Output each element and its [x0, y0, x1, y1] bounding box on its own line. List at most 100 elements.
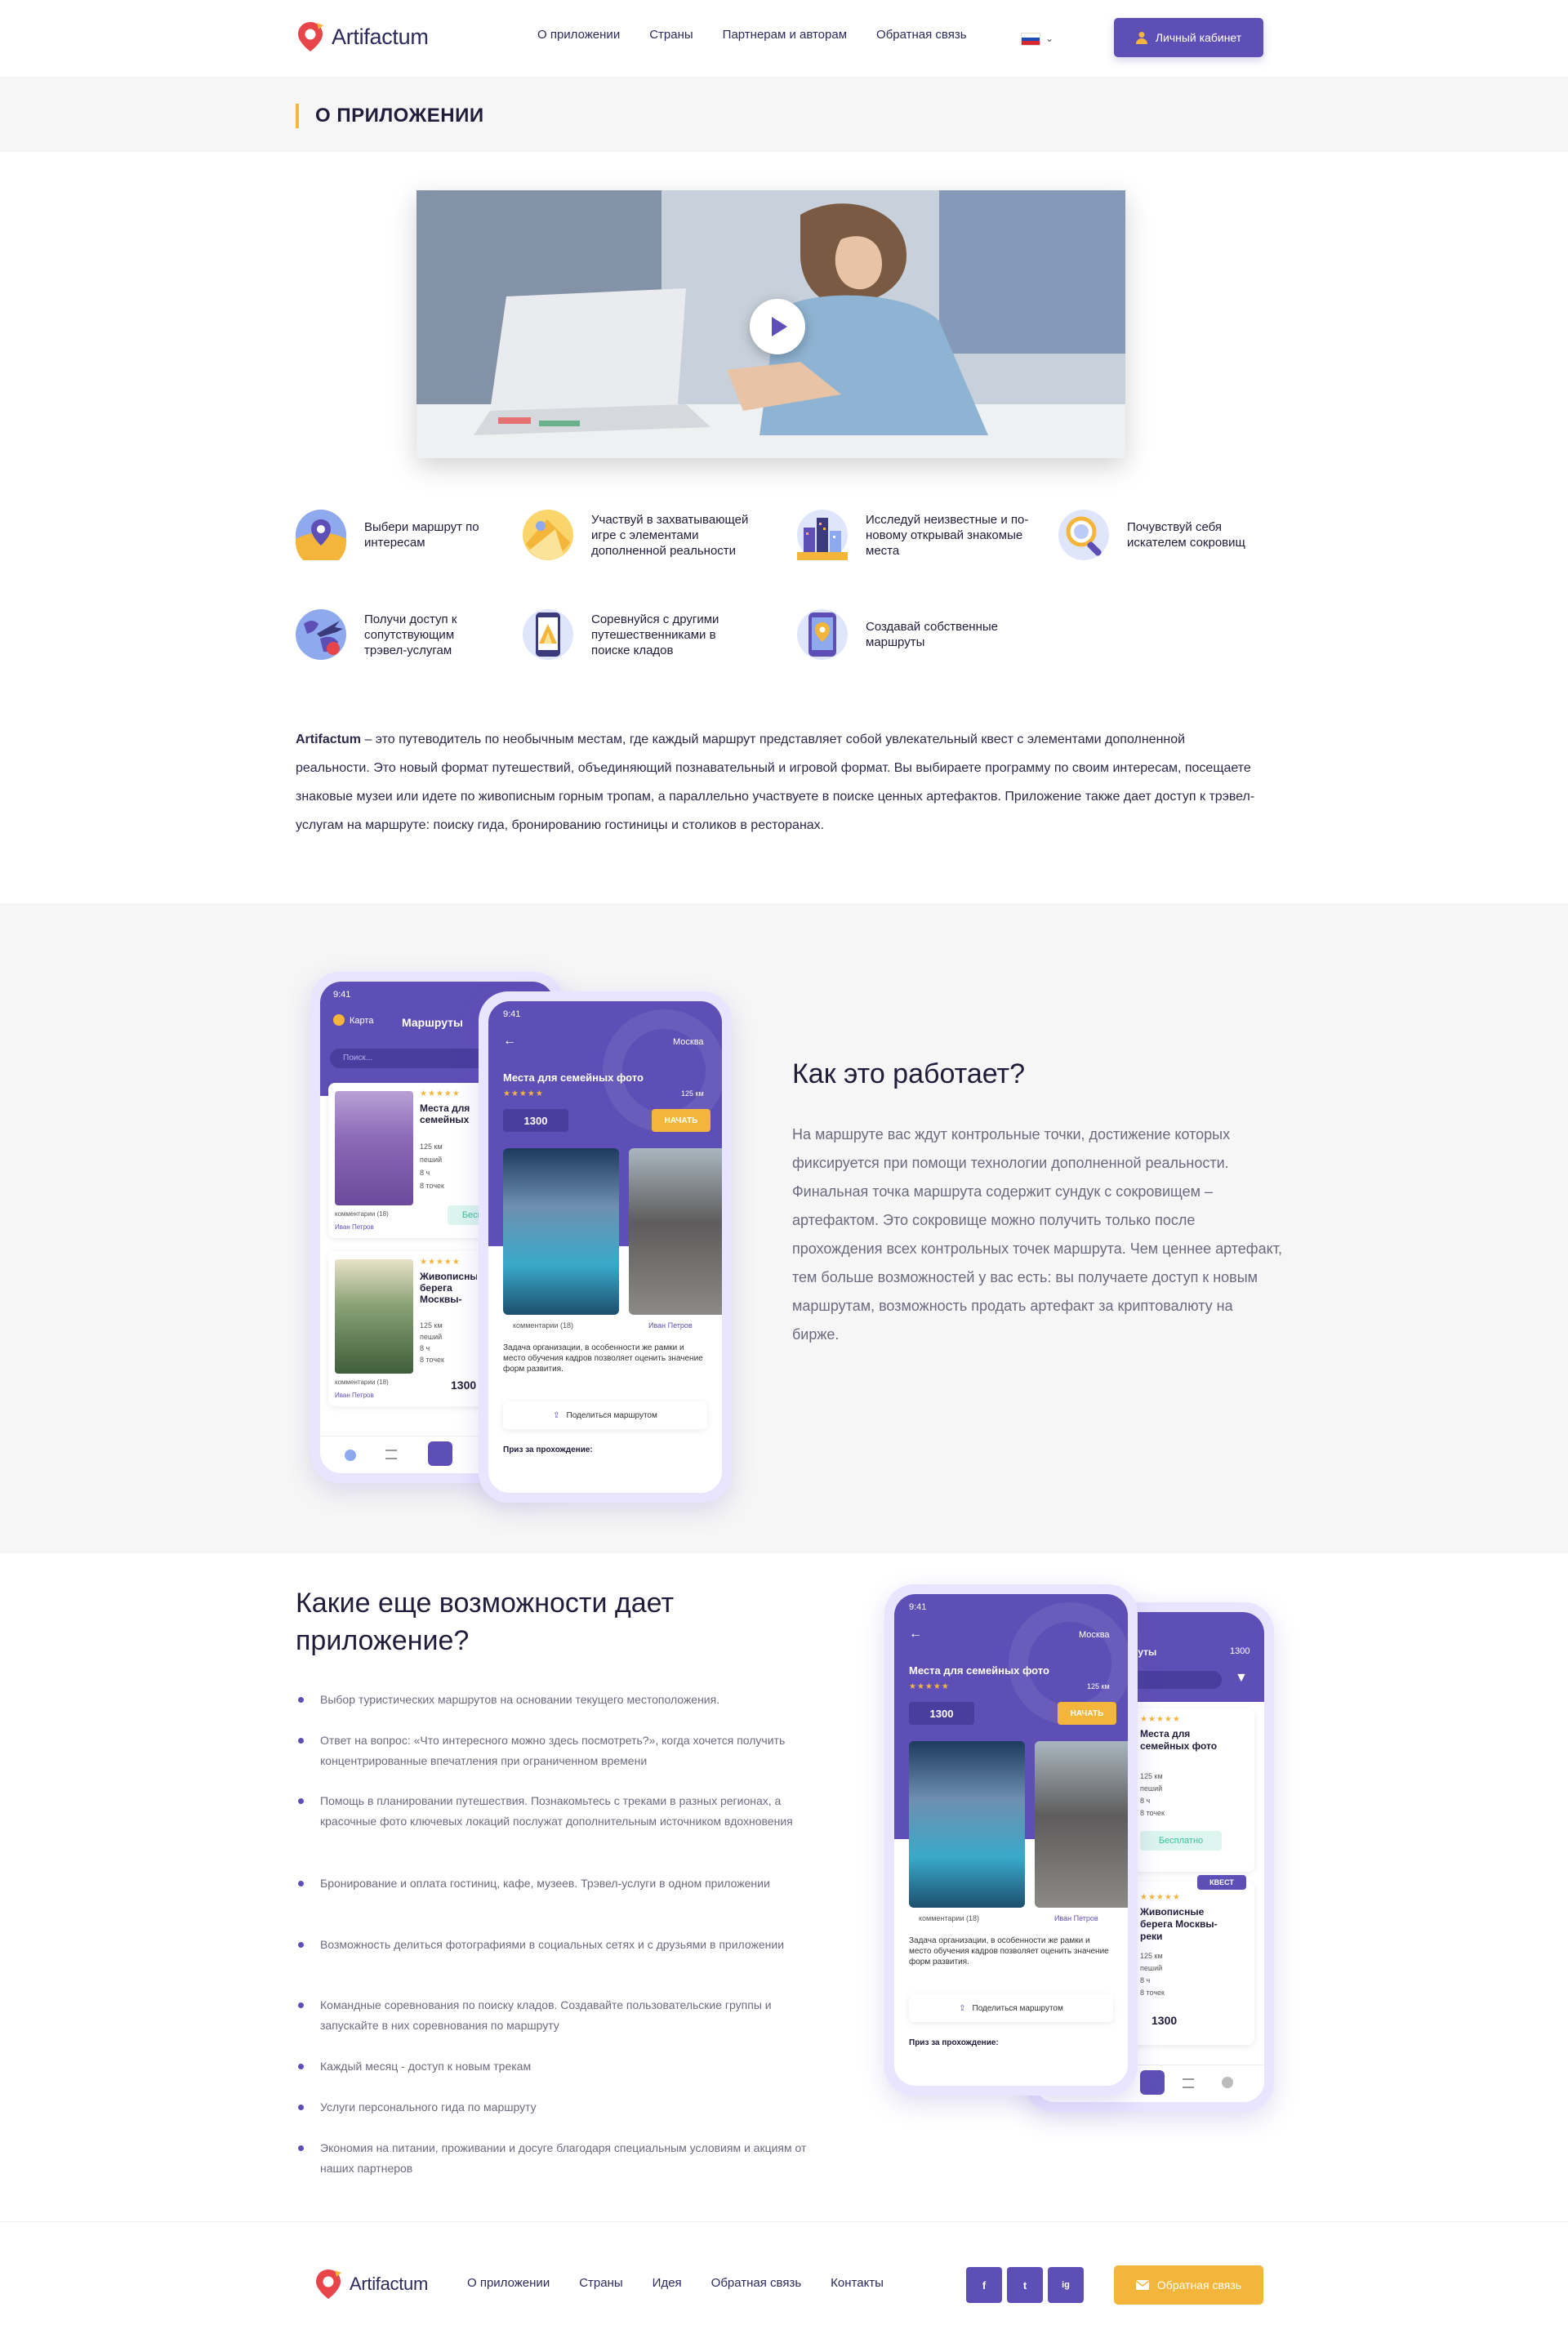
route-description: Задача организации, в особенности же рам… [503, 1343, 703, 1374]
footer-nav: О приложении Страны Идея Обратная связь … [467, 2276, 913, 2290]
route-distance: 125 [1140, 1952, 1153, 1960]
list-item: Экономия на питании, проживании и досуге… [296, 2138, 818, 2179]
route-photo[interactable] [1035, 1741, 1128, 1908]
personal-cabinet-button[interactable]: Личный кабинет [1114, 18, 1263, 57]
footer-logo[interactable]: Artifactum [314, 2268, 428, 2301]
logo-pin-icon [316, 2269, 341, 2299]
back-arrow-icon[interactable]: ← [909, 1627, 922, 1641]
start-button[interactable]: НАЧАТЬ [652, 1109, 710, 1132]
list-item: Ответ на вопрос: «Что интересного можно … [296, 1730, 818, 1771]
feature-item: Получи доступ к сопутствующим трэвел-усл… [296, 609, 479, 660]
back-arrow-icon[interactable]: ← [503, 1034, 516, 1049]
feature-label: Соревнуйся с другими путешественниками в… [591, 612, 719, 657]
route-card[interactable]: ★★★★★ Места для семейных фото 125 км пеш… [1132, 1708, 1254, 1872]
about-brand: Artifactum [296, 733, 362, 746]
city-label: Москва [673, 1037, 704, 1047]
comments-count[interactable]: комментарии (18) [335, 1379, 389, 1386]
route-author[interactable]: Иван Петров [335, 1392, 374, 1399]
phone-mockup-route-detail: 9:41 ← Москва Места для семейных фото ★★… [479, 991, 732, 1503]
route-price: 1300 [451, 1379, 477, 1392]
route-mode: пеший [420, 1156, 443, 1164]
route-price: 1300 [1152, 2014, 1178, 2027]
brand-name: Artifactum [350, 2274, 429, 2294]
filter-icon[interactable]: ▼ [1235, 1671, 1248, 1686]
tab-list-icon[interactable] [1183, 2078, 1194, 2088]
mobile-treasure-icon [523, 609, 573, 660]
distance-unit: км [434, 1321, 443, 1330]
nav-partners[interactable]: Партнерам и авторам [723, 28, 847, 42]
share-icon: ⇪ [959, 2003, 966, 2013]
route-meta: 125 км пеший 8 ч 8 точек [1140, 1950, 1165, 1999]
feedback-button[interactable]: Обратная связь [1114, 2265, 1263, 2305]
map-link[interactable]: Карта [350, 1016, 373, 1026]
route-author[interactable]: Иван Петров [648, 1321, 693, 1330]
route-distance: 125 [681, 1089, 694, 1098]
share-route-button[interactable]: ⇪ Поделиться маршрутом [909, 1994, 1113, 2022]
route-card-title: Живописные берега Москвы-реки [420, 1271, 477, 1307]
mail-icon [1135, 2280, 1149, 2290]
footer-nav-contacts[interactable]: Контакты [831, 2276, 884, 2290]
price-badge: 1300 [909, 1702, 974, 1725]
list-item: Помощь в планировании путешествия. Позна… [296, 1791, 818, 1832]
route-points: 8 точек [1140, 1809, 1165, 1817]
promo-video[interactable] [416, 190, 1125, 458]
status-time: 9:41 [909, 1602, 927, 1612]
price-badge: 1300 [503, 1109, 568, 1132]
footer-nav-about[interactable]: О приложении [467, 2276, 550, 2290]
feature-label: Исследуй неизвестные и по-новому открыва… [866, 512, 1029, 558]
start-button[interactable]: НАЧАТЬ [1058, 1702, 1116, 1725]
nav-countries[interactable]: Страны [649, 28, 693, 42]
comments-count[interactable]: комментарии (18) [513, 1321, 573, 1330]
nav-feedback[interactable]: Обратная связь [876, 28, 967, 42]
section-title-band: О ПРИЛОЖЕНИИ [0, 77, 1568, 152]
comments-count[interactable]: комментарии (18) [335, 1210, 389, 1218]
footer-nav-countries[interactable]: Страны [579, 2276, 622, 2290]
map-icon [333, 1014, 345, 1026]
tab-routes-icon[interactable] [1140, 2070, 1165, 2095]
route-price: 1300 [929, 1707, 954, 1720]
balance-value: 1300 [1230, 1646, 1250, 1656]
tab-map-icon[interactable] [345, 1450, 356, 1461]
prize-label: Приз за прохождение: [503, 1445, 593, 1454]
route-distance: 125 [420, 1143, 433, 1151]
rating-stars: ★★★★★ [420, 1089, 461, 1098]
route-author[interactable]: Иван Петров [335, 1223, 374, 1231]
instagram-icon[interactable]: ig [1048, 2267, 1084, 2303]
play-button[interactable] [750, 299, 805, 354]
route-mode: пеший [420, 1333, 443, 1341]
route-photo[interactable] [629, 1148, 722, 1315]
language-flag-icon[interactable] [1021, 33, 1040, 46]
how-it-works-text: На маршруте вас ждут контрольные точки, … [792, 1126, 1282, 1343]
footer-nav-idea[interactable]: Идея [653, 2276, 682, 2290]
nav-about[interactable]: О приложении [537, 28, 620, 42]
city-label: Москва [1079, 1630, 1110, 1640]
route-photo [335, 1259, 413, 1374]
facebook-icon[interactable]: f [966, 2267, 1002, 2303]
about-text: – это путеводитель по необычным местам, … [296, 733, 1255, 832]
footer-nav-feedback[interactable]: Обратная связь [711, 2276, 802, 2290]
route-photo [335, 1091, 413, 1205]
route-card-title: Места для семейных фото [1140, 1728, 1218, 1752]
list-item: Возможность делиться фотографиями в соци… [296, 1935, 818, 1955]
route-card[interactable]: КВЕСТ ★★★★★ Живописные берега Москвы-рек… [1132, 1875, 1254, 2045]
twitter-icon[interactable]: t [1007, 2267, 1043, 2303]
phone-mockup-route-detail: 9:41 ← Москва Места для семейных фото ★★… [884, 1584, 1138, 2096]
chevron-down-icon[interactable]: ⌄ [1045, 33, 1054, 44]
route-author[interactable]: Иван Петров [1054, 1914, 1098, 1922]
city-buildings-icon [797, 510, 848, 560]
share-route-button[interactable]: ⇪ Поделиться маршрутом [503, 1401, 707, 1429]
free-badge: Бесплатно [1140, 1831, 1222, 1851]
feature-item: Участвуй в захватывающей игре с элемента… [523, 510, 763, 560]
tab-profile-icon[interactable] [1222, 2077, 1233, 2088]
list-item: Командные соревнования по поиску кладов.… [296, 1995, 818, 2036]
route-photo[interactable] [909, 1741, 1025, 1908]
tab-list-icon[interactable] [385, 1450, 397, 1459]
logo[interactable]: Artifactum [296, 20, 429, 53]
tab-routes-icon[interactable] [428, 1441, 452, 1466]
brand-name: Artifactum [332, 24, 429, 49]
feature-label: Получи доступ к сопутствующим трэвел-усл… [364, 612, 457, 657]
feature-item: Исследуй неизвестные и по-новому открыва… [797, 510, 1029, 560]
magnifier-icon [1058, 510, 1109, 560]
comments-count[interactable]: комментарии (18) [919, 1914, 979, 1922]
route-photo[interactable] [503, 1148, 619, 1315]
